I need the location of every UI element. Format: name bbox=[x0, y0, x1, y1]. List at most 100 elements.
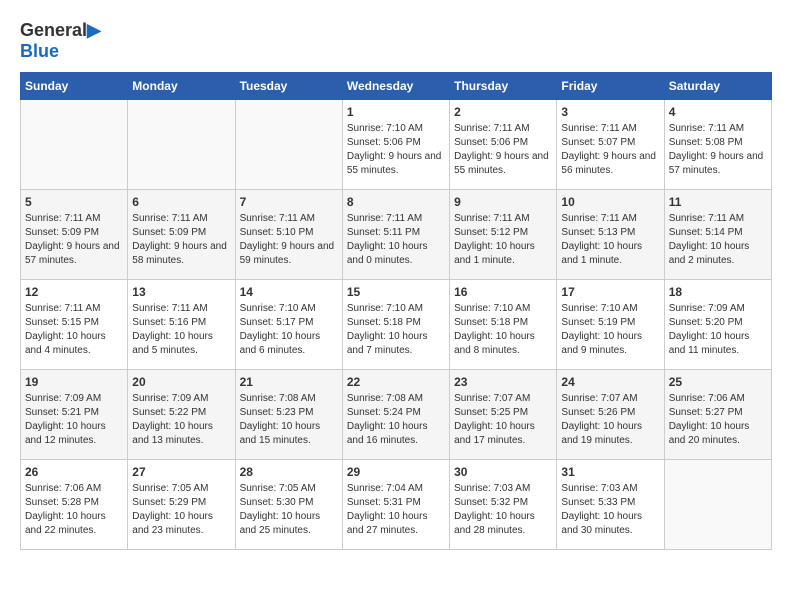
day-cell: 7 Sunrise: 7:11 AMSunset: 5:10 PMDaylight… bbox=[235, 190, 342, 280]
day-number: 31 bbox=[561, 465, 659, 479]
day-cell: 20 Sunrise: 7:09 AMSunset: 5:22 PMDayligh… bbox=[128, 370, 235, 460]
day-cell: 26 Sunrise: 7:06 AMSunset: 5:28 PMDayligh… bbox=[21, 460, 128, 550]
day-info: Sunrise: 7:11 AMSunset: 5:09 PMDaylight:… bbox=[132, 212, 230, 268]
day-info: Sunrise: 7:07 AMSunset: 5:26 PMDaylight:… bbox=[561, 392, 659, 448]
day-number: 5 bbox=[25, 195, 123, 209]
day-cell: 25 Sunrise: 7:06 AMSunset: 5:27 PMDayligh… bbox=[664, 370, 771, 460]
day-number: 9 bbox=[454, 195, 552, 209]
day-info: Sunrise: 7:06 AMSunset: 5:27 PMDaylight:… bbox=[669, 392, 767, 448]
calendar-body: 1 Sunrise: 7:10 AMSunset: 5:06 PMDaylight… bbox=[21, 100, 772, 550]
day-number: 14 bbox=[240, 285, 338, 299]
header-cell-monday: Monday bbox=[128, 73, 235, 100]
day-cell: 1 Sunrise: 7:10 AMSunset: 5:06 PMDaylight… bbox=[342, 100, 449, 190]
day-cell: 13 Sunrise: 7:11 AMSunset: 5:16 PMDayligh… bbox=[128, 280, 235, 370]
day-number: 29 bbox=[347, 465, 445, 479]
day-cell: 12Sunrise: 7:11 AMSunset: 5:15 PMDayligh… bbox=[21, 280, 128, 370]
day-number: 25 bbox=[669, 375, 767, 389]
day-number: 13 bbox=[132, 285, 230, 299]
day-cell: 9 Sunrise: 7:11 AMSunset: 5:12 PMDaylight… bbox=[450, 190, 557, 280]
day-info: Sunrise: 7:10 AMSunset: 5:18 PMDaylight:… bbox=[347, 302, 445, 358]
day-cell: 19 Sunrise: 7:09 AMSunset: 5:21 PMDayligh… bbox=[21, 370, 128, 460]
day-info: Sunrise: 7:10 AMSunset: 5:18 PMDaylight:… bbox=[454, 302, 552, 358]
day-cell: 11 Sunrise: 7:11 AMSunset: 5:14 PMDayligh… bbox=[664, 190, 771, 280]
day-number: 15 bbox=[347, 285, 445, 299]
header-cell-thursday: Thursday bbox=[450, 73, 557, 100]
day-number: 10 bbox=[561, 195, 659, 209]
day-number: 26 bbox=[25, 465, 123, 479]
logo: General▶ Blue bbox=[20, 20, 101, 62]
week-row-5: 26 Sunrise: 7:06 AMSunset: 5:28 PMDayligh… bbox=[21, 460, 772, 550]
day-cell bbox=[664, 460, 771, 550]
day-cell: 18 Sunrise: 7:09 AMSunset: 5:20 PMDayligh… bbox=[664, 280, 771, 370]
day-info: Sunrise: 7:03 AMSunset: 5:33 PMDaylight:… bbox=[561, 482, 659, 538]
day-info: Sunrise: 7:05 AMSunset: 5:30 PMDaylight:… bbox=[240, 482, 338, 538]
day-info: Sunrise: 7:09 AMSunset: 5:20 PMDaylight:… bbox=[669, 302, 767, 358]
day-info: Sunrise: 7:09 AMSunset: 5:21 PMDaylight:… bbox=[25, 392, 123, 448]
day-cell: 31 Sunrise: 7:03 AMSunset: 5:33 PMDayligh… bbox=[557, 460, 664, 550]
day-number: 6 bbox=[132, 195, 230, 209]
week-row-2: 5 Sunrise: 7:11 AMSunset: 5:09 PMDaylight… bbox=[21, 190, 772, 280]
day-number: 1 bbox=[347, 105, 445, 119]
day-info: Sunrise: 7:07 AMSunset: 5:25 PMDaylight:… bbox=[454, 392, 552, 448]
day-number: 20 bbox=[132, 375, 230, 389]
day-cell: 16Sunrise: 7:10 AMSunset: 5:18 PMDayligh… bbox=[450, 280, 557, 370]
day-cell: 27Sunrise: 7:05 AMSunset: 5:29 PMDayligh… bbox=[128, 460, 235, 550]
day-info: Sunrise: 7:10 AMSunset: 5:19 PMDaylight:… bbox=[561, 302, 659, 358]
day-cell: 22Sunrise: 7:08 AMSunset: 5:24 PMDayligh… bbox=[342, 370, 449, 460]
day-cell: 14 Sunrise: 7:10 AMSunset: 5:17 PMDayligh… bbox=[235, 280, 342, 370]
day-cell: 15 Sunrise: 7:10 AMSunset: 5:18 PMDayligh… bbox=[342, 280, 449, 370]
day-number: 28 bbox=[240, 465, 338, 479]
day-number: 19 bbox=[25, 375, 123, 389]
day-number: 18 bbox=[669, 285, 767, 299]
day-info: Sunrise: 7:10 AMSunset: 5:17 PMDaylight:… bbox=[240, 302, 338, 358]
day-info: Sunrise: 7:11 AMSunset: 5:09 PMDaylight:… bbox=[25, 212, 123, 268]
calendar-header: SundayMondayTuesdayWednesdayThursdayFrid… bbox=[21, 73, 772, 100]
header-cell-friday: Friday bbox=[557, 73, 664, 100]
day-cell: 10 Sunrise: 7:11 AMSunset: 5:13 PMDayligh… bbox=[557, 190, 664, 280]
calendar-table: SundayMondayTuesdayWednesdayThursdayFrid… bbox=[20, 72, 772, 550]
header-row: SundayMondayTuesdayWednesdayThursdayFrid… bbox=[21, 73, 772, 100]
day-cell bbox=[128, 100, 235, 190]
day-number: 17 bbox=[561, 285, 659, 299]
day-info: Sunrise: 7:09 AMSunset: 5:22 PMDaylight:… bbox=[132, 392, 230, 448]
day-cell: 30Sunrise: 7:03 AMSunset: 5:32 PMDayligh… bbox=[450, 460, 557, 550]
day-number: 22 bbox=[347, 375, 445, 389]
day-info: Sunrise: 7:11 AMSunset: 5:06 PMDaylight:… bbox=[454, 122, 552, 178]
day-info: Sunrise: 7:11 AMSunset: 5:08 PMDaylight:… bbox=[669, 122, 767, 178]
day-info: Sunrise: 7:11 AMSunset: 5:12 PMDaylight:… bbox=[454, 212, 552, 268]
day-cell: 23Sunrise: 7:07 AMSunset: 5:25 PMDayligh… bbox=[450, 370, 557, 460]
page-header: General▶ Blue bbox=[20, 20, 772, 62]
day-info: Sunrise: 7:06 AMSunset: 5:28 PMDaylight:… bbox=[25, 482, 123, 538]
day-number: 8 bbox=[347, 195, 445, 209]
day-number: 27 bbox=[132, 465, 230, 479]
day-number: 7 bbox=[240, 195, 338, 209]
day-cell: 6 Sunrise: 7:11 AMSunset: 5:09 PMDaylight… bbox=[128, 190, 235, 280]
day-info: Sunrise: 7:11 AMSunset: 5:11 PMDaylight:… bbox=[347, 212, 445, 268]
day-cell: 2 Sunrise: 7:11 AMSunset: 5:06 PMDaylight… bbox=[450, 100, 557, 190]
day-cell: 3Sunrise: 7:11 AMSunset: 5:07 PMDaylight… bbox=[557, 100, 664, 190]
week-row-3: 12Sunrise: 7:11 AMSunset: 5:15 PMDayligh… bbox=[21, 280, 772, 370]
day-cell: 5 Sunrise: 7:11 AMSunset: 5:09 PMDaylight… bbox=[21, 190, 128, 280]
day-info: Sunrise: 7:11 AMSunset: 5:07 PMDaylight:… bbox=[561, 122, 659, 178]
day-number: 4 bbox=[669, 105, 767, 119]
day-info: Sunrise: 7:10 AMSunset: 5:06 PMDaylight:… bbox=[347, 122, 445, 178]
day-cell: 24 Sunrise: 7:07 AMSunset: 5:26 PMDayligh… bbox=[557, 370, 664, 460]
day-info: Sunrise: 7:11 AMSunset: 5:14 PMDaylight:… bbox=[669, 212, 767, 268]
day-cell: 28 Sunrise: 7:05 AMSunset: 5:30 PMDayligh… bbox=[235, 460, 342, 550]
day-cell: 17 Sunrise: 7:10 AMSunset: 5:19 PMDayligh… bbox=[557, 280, 664, 370]
day-cell: 29 Sunrise: 7:04 AMSunset: 5:31 PMDayligh… bbox=[342, 460, 449, 550]
day-info: Sunrise: 7:11 AMSunset: 5:10 PMDaylight:… bbox=[240, 212, 338, 268]
day-number: 2 bbox=[454, 105, 552, 119]
day-number: 12 bbox=[25, 285, 123, 299]
day-number: 11 bbox=[669, 195, 767, 209]
day-number: 24 bbox=[561, 375, 659, 389]
day-cell: 4 Sunrise: 7:11 AMSunset: 5:08 PMDaylight… bbox=[664, 100, 771, 190]
day-cell: 8 Sunrise: 7:11 AMSunset: 5:11 PMDaylight… bbox=[342, 190, 449, 280]
day-info: Sunrise: 7:04 AMSunset: 5:31 PMDaylight:… bbox=[347, 482, 445, 538]
day-info: Sunrise: 7:11 AMSunset: 5:16 PMDaylight:… bbox=[132, 302, 230, 358]
day-number: 30 bbox=[454, 465, 552, 479]
day-info: Sunrise: 7:08 AMSunset: 5:23 PMDaylight:… bbox=[240, 392, 338, 448]
header-cell-wednesday: Wednesday bbox=[342, 73, 449, 100]
day-info: Sunrise: 7:11 AMSunset: 5:13 PMDaylight:… bbox=[561, 212, 659, 268]
day-cell bbox=[21, 100, 128, 190]
